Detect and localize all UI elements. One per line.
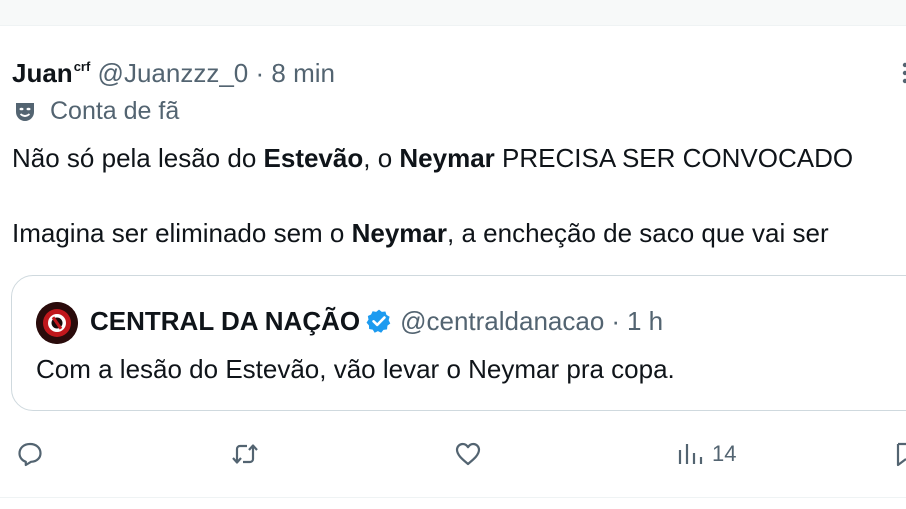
quoted-text: Com a lesão do Estevão, vão levar o Neym… <box>36 354 675 384</box>
tweet-text-line-1: Não só pela lesão do Estevão, o Neymar P… <box>12 143 853 173</box>
action-bar: 14 <box>0 440 906 476</box>
heart-icon <box>455 442 481 466</box>
bookmark-icon <box>896 442 906 467</box>
top-strip <box>0 0 906 26</box>
quoted-timestamp[interactable]: 1 h <box>627 306 663 336</box>
text-segment: PRECISA SER CONVOCADO <box>494 143 854 173</box>
author-name[interactable]: Juan <box>12 58 73 88</box>
views-button[interactable]: 14 <box>676 440 736 468</box>
views-icon <box>678 444 703 464</box>
more-options-icon[interactable] <box>896 60 906 86</box>
quoted-avatar[interactable] <box>36 302 78 344</box>
theater-mask-icon <box>16 102 34 121</box>
text-segment: , o <box>363 143 400 173</box>
text-segment: Imagina ser eliminado sem o <box>12 218 352 248</box>
bold-segment: Neymar <box>399 143 495 173</box>
like-button[interactable] <box>454 440 482 468</box>
central-logo-icon <box>36 302 78 344</box>
quoted-author-name[interactable]: CENTRAL DA NAÇÃO <box>90 306 360 336</box>
separator-dot: · <box>611 306 620 336</box>
retweet-icon <box>232 444 258 464</box>
divider <box>0 497 906 498</box>
timestamp[interactable]: 8 min <box>271 58 335 88</box>
quoted-tweet[interactable]: CENTRAL DA NAÇÃO @centraldanacao · 1 h C… <box>11 275 906 411</box>
text-segment: Não só pela lesão do <box>12 143 264 173</box>
retweet-button[interactable] <box>231 440 259 468</box>
tweet-header: Juancrf @Juanzzz_0 · 8 min <box>12 52 335 88</box>
author-handle[interactable]: @Juanzzz_0 <box>98 58 249 88</box>
bold-segment: Neymar <box>351 218 448 248</box>
fan-account-label: Conta de fã <box>14 97 179 126</box>
reply-icon <box>18 442 42 467</box>
fan-account-text: Conta de fã <box>50 97 180 125</box>
reply-button[interactable] <box>16 440 44 468</box>
quoted-handle[interactable]: @centraldanacao <box>400 306 604 336</box>
separator-dot: · <box>255 58 265 88</box>
text-segment: , a encheção de saco que vai ser <box>447 218 829 248</box>
bold-segment: Estevão <box>263 143 364 173</box>
tweet-text-line-2: Imagina ser eliminado sem o Neymar, a en… <box>12 218 829 248</box>
author-name-suffix: crf <box>73 59 91 74</box>
verified-badge-icon <box>366 309 391 333</box>
bookmark-button[interactable] <box>896 440 906 468</box>
views-count: 14 <box>712 441 737 466</box>
quoted-header: CENTRAL DA NAÇÃO @centraldanacao · 1 h <box>90 306 663 336</box>
